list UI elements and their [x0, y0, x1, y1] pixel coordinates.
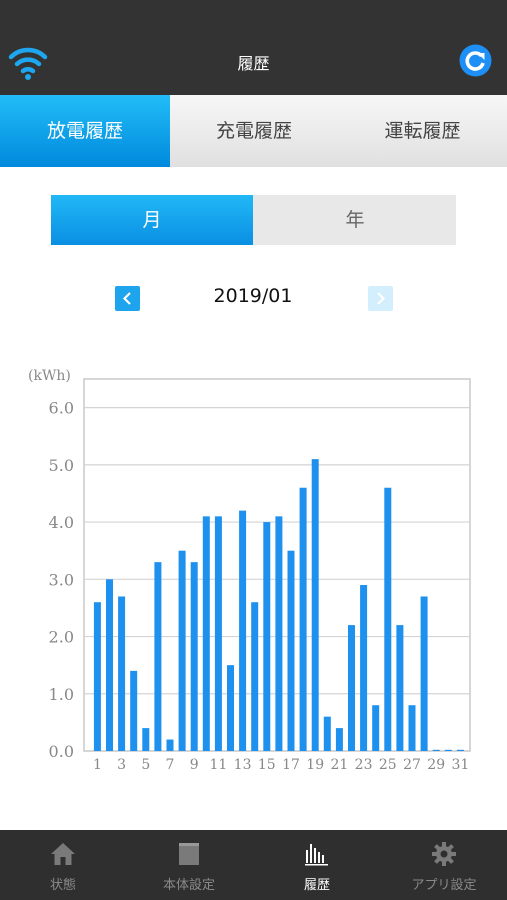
bar-day-25: [384, 487, 392, 751]
y-tick-label: 0.0: [49, 742, 74, 761]
x-tick-label: 21: [330, 757, 348, 773]
y-tick-label: 4.0: [49, 513, 74, 532]
bar-chart-icon: [305, 844, 328, 866]
bar-day-11: [214, 516, 222, 751]
period-label: 2019/01: [213, 285, 293, 307]
bar-day-23: [360, 585, 368, 751]
x-tick-label: 31: [451, 757, 469, 773]
y-tick-label: 3.0: [49, 570, 74, 589]
segment-year[interactable]: 年: [254, 195, 456, 245]
bar-day-22: [348, 625, 355, 751]
refresh-icon[interactable]: [459, 44, 492, 77]
bar-day-20: [323, 716, 331, 751]
home-icon: [51, 843, 75, 865]
nav-status-label: 状態: [49, 878, 76, 893]
gear-icon: [432, 842, 456, 866]
bottom-nav: 状態 本体設定 履歴 アプリ設定: [0, 830, 507, 900]
bar-day-16: [275, 516, 283, 751]
x-tick-label: 29: [427, 757, 445, 773]
nav-device-settings-label: 本体設定: [162, 878, 215, 893]
nav-app-settings[interactable]: アプリ設定: [381, 830, 507, 900]
nav-history-label: 履歴: [303, 878, 330, 893]
bar-day-18: [299, 487, 307, 751]
x-tick-label: 19: [306, 757, 324, 773]
app-header: 履歴: [0, 0, 507, 95]
bar-day-27: [408, 705, 416, 751]
bar-day-10: [202, 516, 210, 751]
bar-day-28: [420, 596, 428, 751]
bar-day-19: [311, 459, 319, 751]
nav-device-settings[interactable]: 本体設定: [126, 830, 252, 900]
tab-operation-history[interactable]: 運転履歴: [338, 95, 507, 167]
y-tick-label: 6.0: [49, 399, 74, 418]
y-tick-label: 2.0: [49, 628, 74, 647]
bar-day-5: [142, 728, 150, 751]
x-tick-label: 5: [141, 757, 150, 773]
tab-discharge-history[interactable]: 放電履歴: [0, 95, 170, 167]
next-month-button[interactable]: [368, 286, 393, 311]
y-axis-unit-label: (kWh): [28, 368, 71, 384]
bar-day-21: [335, 728, 343, 751]
bar-day-26: [396, 625, 404, 751]
nav-history[interactable]: 履歴: [254, 830, 380, 900]
x-tick-label: 15: [258, 757, 276, 773]
x-tick-label: 3: [117, 757, 126, 773]
x-tick-label: 13: [234, 757, 252, 773]
x-tick-label: 27: [403, 757, 421, 773]
tab-charge-history[interactable]: 充電履歴: [170, 95, 338, 167]
bar-day-1: [93, 602, 101, 751]
x-tick-label: 7: [166, 757, 175, 773]
discharge-bar-chart: (kWh)0.01.02.03.04.05.06.01 3 5 7 9 11 13 15 17 1…: [28, 368, 471, 773]
prev-month-button[interactable]: [115, 286, 140, 311]
y-tick-label: 5.0: [49, 456, 74, 475]
x-tick-label: 17: [282, 757, 300, 773]
segment-month[interactable]: 月: [51, 195, 253, 245]
nav-status[interactable]: 状態: [0, 830, 126, 900]
bar-day-4: [130, 670, 138, 751]
bar-day-2: [106, 579, 113, 751]
bar-day-8: [178, 550, 186, 751]
y-tick-label: 1.0: [49, 685, 74, 704]
bar-day-17: [287, 550, 295, 751]
bar-day-15: [263, 522, 271, 751]
bar-day-24: [372, 705, 380, 751]
bar-day-6: [154, 562, 162, 751]
bar-day-30: [444, 749, 452, 751]
page-title: 履歴: [237, 54, 270, 73]
x-tick-label: 25: [379, 757, 397, 773]
bar-day-29: [432, 749, 440, 751]
chevron-left-icon: [122, 292, 131, 305]
bar-day-9: [190, 562, 198, 751]
x-tick-label: 9: [190, 757, 199, 773]
nav-app-settings-label: アプリ設定: [411, 878, 477, 893]
x-tick-label: 11: [209, 757, 227, 773]
x-tick-label: 23: [355, 757, 373, 773]
bar-day-31: [456, 749, 464, 751]
x-tick-label: 1: [93, 757, 102, 773]
bar-day-12: [227, 665, 234, 751]
chevron-right-icon: [377, 292, 386, 305]
bar-day-3: [118, 596, 126, 751]
device-icon: [179, 843, 199, 865]
period-segment: 月 年: [51, 195, 456, 245]
bar-day-13: [239, 510, 247, 751]
bar-day-7: [166, 739, 174, 751]
bar-day-14: [251, 602, 259, 751]
history-tabs: 放電履歴 充電履歴 運転履歴: [0, 95, 507, 167]
